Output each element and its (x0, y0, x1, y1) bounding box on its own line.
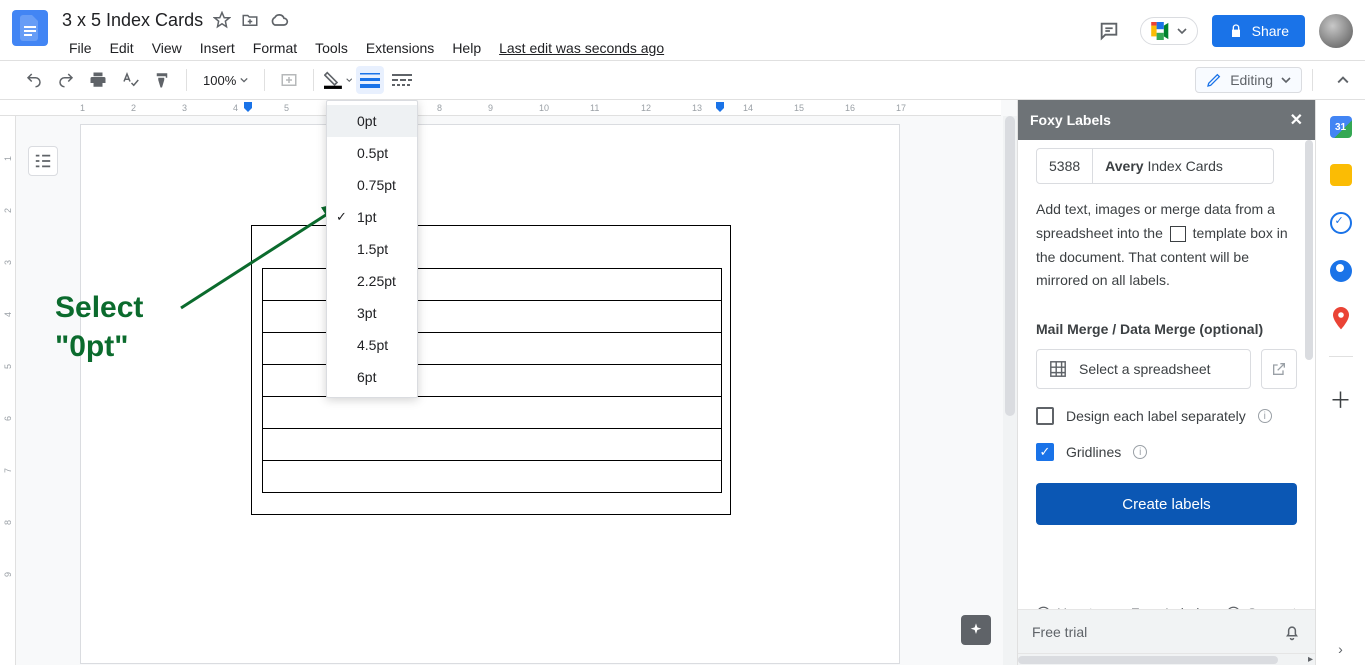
design-each-label: Design each label separately (1066, 408, 1246, 424)
move-icon[interactable] (241, 11, 259, 29)
foxy-scrollbar[interactable] (1305, 140, 1313, 360)
menu-format[interactable]: Format (246, 36, 304, 60)
info-icon[interactable]: i (1133, 445, 1147, 459)
menu-insert[interactable]: Insert (193, 36, 242, 60)
menu-view[interactable]: View (145, 36, 189, 60)
gridlines-checkbox[interactable]: ✓ (1036, 443, 1054, 461)
chevron-down-icon (1177, 26, 1187, 36)
lock-icon (1228, 23, 1244, 39)
doc-title[interactable]: 3 x 5 Index Cards (62, 10, 203, 31)
document-outline-icon[interactable] (28, 146, 58, 176)
star-icon[interactable] (213, 11, 231, 29)
meet-button[interactable] (1140, 17, 1198, 45)
menu-tools[interactable]: Tools (308, 36, 355, 60)
foxy-scrollbar-horizontal[interactable]: ▸ (1018, 653, 1315, 665)
select-spreadsheet-button[interactable]: Select a spreadsheet (1036, 349, 1251, 389)
pencil-icon (1206, 72, 1222, 88)
document-page[interactable] (80, 124, 900, 664)
support-link[interactable]: Support (1226, 605, 1296, 609)
border-width-1pt[interactable]: 1pt (327, 201, 417, 233)
free-trial-label[interactable]: Free trial (1032, 624, 1087, 640)
menu-bar: File Edit View Insert Format Tools Exten… (62, 36, 1092, 60)
zoom-select[interactable]: 100% (197, 73, 254, 88)
add-addon-icon[interactable]: ＋ (1329, 383, 1351, 415)
scrollbar-vertical[interactable] (1003, 116, 1017, 665)
cloud-status-icon[interactable] (269, 11, 289, 29)
create-labels-button[interactable]: Create labels (1036, 483, 1297, 525)
spreadsheet-icon (1049, 360, 1067, 378)
border-width-0-5pt[interactable]: 0.5pt (327, 137, 417, 169)
undo-icon[interactable] (20, 66, 48, 94)
ruler-horizontal[interactable]: 1234567891011121314151617 (0, 100, 1001, 116)
select-spreadsheet-label: Select a spreadsheet (1079, 361, 1211, 377)
ruler-indent-marker[interactable] (716, 102, 724, 112)
editing-mode-label: Editing (1230, 72, 1273, 88)
collapse-rail-icon[interactable]: › (1338, 641, 1343, 657)
contacts-icon[interactable] (1330, 260, 1352, 282)
menu-help[interactable]: Help (445, 36, 488, 60)
print-icon[interactable] (84, 66, 112, 94)
foxy-intro-text: Add text, images or merge data from a sp… (1036, 198, 1297, 293)
account-avatar[interactable] (1319, 14, 1353, 48)
help-icon (1226, 606, 1241, 609)
border-width-0pt[interactable]: 0pt (327, 105, 417, 137)
explore-button[interactable] (961, 615, 991, 645)
foxy-sidebar: Foxy Labels ✕ 5388 Avery Index Cards Add… (1017, 100, 1315, 665)
border-color-icon[interactable] (324, 66, 352, 94)
menu-extensions[interactable]: Extensions (359, 36, 441, 60)
border-width-icon[interactable] (356, 66, 384, 94)
redo-icon[interactable] (52, 66, 80, 94)
template-box-icon (1170, 226, 1186, 242)
last-edit-link[interactable]: Last edit was seconds ago (492, 36, 671, 60)
border-width-3pt[interactable]: 3pt (327, 297, 417, 329)
calendar-icon[interactable]: 31 (1330, 116, 1352, 138)
close-icon[interactable]: ✕ (1290, 110, 1303, 130)
template-kind: Index Cards (1147, 158, 1222, 174)
bell-icon[interactable] (1283, 623, 1301, 641)
toolbar: 100% Editing (0, 60, 1365, 100)
maps-icon[interactable] (1330, 308, 1352, 330)
play-icon (1036, 606, 1051, 609)
how-to-link[interactable]: How to use Foxy Labels (1036, 605, 1206, 609)
spellcheck-icon[interactable] (116, 66, 144, 94)
ruler-indent-marker[interactable] (244, 102, 252, 112)
border-width-1-5pt[interactable]: 1.5pt (327, 233, 417, 265)
chevron-down-icon (1281, 75, 1291, 85)
annotation-text: Select "0pt" (55, 288, 143, 366)
template-chip[interactable]: 5388 Avery Index Cards (1036, 148, 1274, 184)
gridlines-label: Gridlines (1066, 444, 1121, 460)
keep-icon[interactable] (1330, 164, 1352, 186)
border-width-2-25pt[interactable]: 2.25pt (327, 265, 417, 297)
side-panel-rail: 31 ＋ › (1315, 100, 1365, 665)
foxy-footer: Free trial (1018, 609, 1315, 653)
border-width-4-5pt[interactable]: 4.5pt (327, 329, 417, 361)
design-each-checkbox[interactable] (1036, 407, 1054, 425)
editing-mode-button[interactable]: Editing (1195, 67, 1302, 93)
foxy-title: Foxy Labels (1030, 112, 1111, 128)
insert-image-icon[interactable] (275, 66, 303, 94)
paint-format-icon[interactable] (148, 66, 176, 94)
collapse-toolbar-icon[interactable] (1329, 66, 1357, 94)
mail-merge-title: Mail Merge / Data Merge (optional) (1036, 321, 1297, 337)
open-spreadsheet-icon[interactable] (1261, 349, 1297, 389)
border-width-menu: 0pt 0.5pt 0.75pt 1pt 1.5pt 2.25pt 3pt 4.… (326, 100, 418, 398)
template-number: 5388 (1037, 149, 1093, 183)
border-width-6pt[interactable]: 6pt (327, 361, 417, 393)
border-width-0-75pt[interactable]: 0.75pt (327, 169, 417, 201)
share-button[interactable]: Share (1212, 15, 1305, 47)
template-brand: Avery (1105, 158, 1143, 174)
comments-icon[interactable] (1092, 14, 1126, 48)
label-outer-box (251, 225, 731, 515)
share-label: Share (1252, 23, 1289, 39)
document-stage: 1234567891011121314151617 123456789 0pt … (0, 100, 1017, 665)
tasks-icon[interactable] (1330, 212, 1352, 234)
docs-logo[interactable] (12, 10, 48, 46)
ruler-vertical[interactable]: 123456789 (0, 116, 16, 665)
border-dash-icon[interactable] (388, 66, 416, 94)
menu-file[interactable]: File (62, 36, 99, 60)
info-icon[interactable]: i (1258, 409, 1272, 423)
menu-edit[interactable]: Edit (103, 36, 141, 60)
